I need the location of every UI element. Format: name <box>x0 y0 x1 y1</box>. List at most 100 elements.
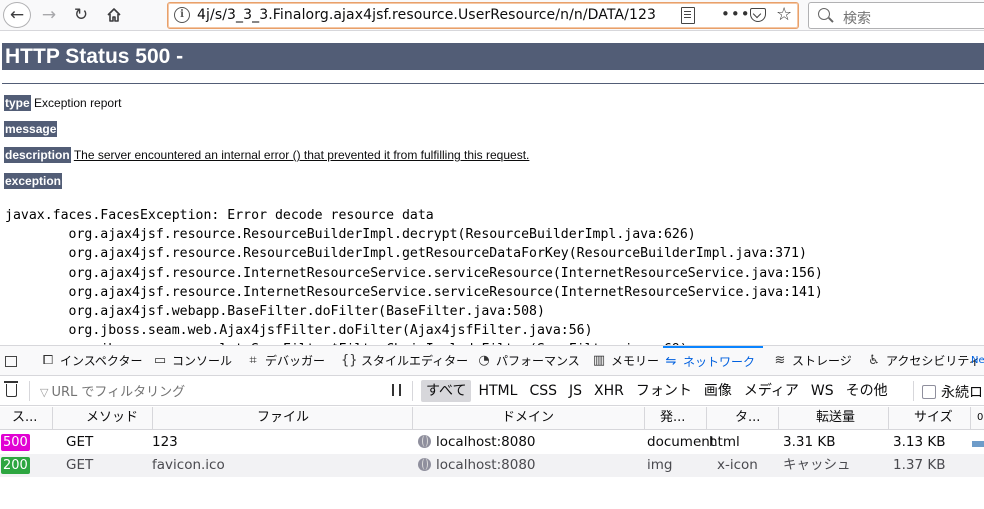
col-domain[interactable]: ドメイン <box>412 407 644 429</box>
col-status[interactable]: ス... <box>12 407 37 429</box>
type-label: type <box>4 95 31 111</box>
reader-view-icon[interactable] <box>681 7 695 24</box>
url-filter-input[interactable]: ▽ URL でフィルタリング <box>40 381 185 400</box>
tab-memory[interactable]: ▥ メモリー <box>591 346 659 376</box>
tab-network[interactable]: ⇋ ネットワーク <box>663 346 763 376</box>
filter-js-button[interactable]: JS <box>564 380 587 402</box>
pocket-icon[interactable] <box>750 8 766 22</box>
col-type[interactable]: タ... <box>706 407 778 429</box>
url-text[interactable]: 4j/s/3_3_3.Finalorg.ajax4jsf.resource.Us… <box>197 7 656 23</box>
request-file: 123 <box>152 434 178 450</box>
description-row: description The server encountered an in… <box>4 147 530 163</box>
accessibility-icon: ♿ <box>868 353 880 368</box>
tab-label: ストレージ <box>792 354 852 368</box>
network-request-row[interactable]: 500 GET 123 localhost:8080 document html… <box>0 431 984 454</box>
filter-placeholder: URL でフィルタリング <box>51 385 186 400</box>
stack-trace-line: org.ajax4jsf.webapp.BaseFilter.doFilter(… <box>68 304 545 320</box>
page-title: HTTP Status 500 - <box>2 43 984 70</box>
back-button[interactable]: ← <box>3 2 31 28</box>
search-bar[interactable]: 検索 <box>808 2 984 29</box>
message-label: message <box>4 121 58 137</box>
bookmark-star-icon[interactable]: ☆ <box>776 4 792 25</box>
persist-logs-toggle[interactable]: 永続ロ <box>922 382 983 402</box>
arrow-left-icon: ← <box>9 5 25 25</box>
tab-label: アクセシビリティ <box>886 354 981 368</box>
stack-trace-line: javax.faces.FacesException: Error decode… <box>5 208 434 223</box>
network-icon: ⇋ <box>665 354 677 369</box>
globe-icon <box>418 458 431 471</box>
col-cause[interactable]: 発... <box>644 407 706 429</box>
type-value: Exception report <box>34 96 122 110</box>
search-placeholder: 検索 <box>843 11 871 27</box>
filter-other-button[interactable]: その他 <box>841 380 893 402</box>
network-empty-area <box>0 477 984 509</box>
network-table-header: ス... メソッド ファイル ドメイン 発... タ... 転送量 サイズ 0 <box>0 407 984 430</box>
col-method[interactable]: メソッド <box>52 407 152 429</box>
col-size[interactable]: サイズ <box>888 407 970 429</box>
filter-fonts-button[interactable]: フォント <box>631 380 697 402</box>
tab-accessibility[interactable]: ♿ アクセシビリティ <box>866 346 981 376</box>
performance-icon: ◔ <box>478 353 490 368</box>
tab-label: デバッガー <box>265 354 326 368</box>
tab-overflow[interactable]: Ne <box>971 346 984 376</box>
request-method: GET <box>66 457 94 473</box>
filter-css-button[interactable]: CSS <box>524 380 562 402</box>
memory-icon: ▥ <box>592 353 606 368</box>
filter-type-buttons: すべて HTML CSS JS XHR フォント 画像 メディア WS その他 <box>421 380 893 402</box>
globe-icon <box>418 435 431 448</box>
tab-label: スタイルエディター <box>361 354 469 368</box>
request-domain-cell: localhost:8080 <box>418 454 536 477</box>
page-actions-icon[interactable]: ••• <box>721 5 751 23</box>
browser-toolbar: ← → ↻ i 4j/s/3_3_3.Finalorg.ajax4jsf.res… <box>0 0 984 31</box>
pause-icon[interactable] <box>392 384 401 396</box>
element-picker-button[interactable] <box>5 346 17 376</box>
network-filter-bar: ▽ URL でフィルタリング すべて HTML CSS JS XHR フォント 画… <box>0 376 984 406</box>
debugger-icon: ⌗ <box>249 353 257 368</box>
console-icon: ▭ <box>153 353 167 368</box>
tab-label: ネットワーク <box>683 355 756 369</box>
status-badge: 500 <box>1 434 30 451</box>
exception-label: exception <box>4 173 63 189</box>
stack-trace: javax.faces.FacesException: Error decode… <box>5 206 823 345</box>
persist-logs-checkbox[interactable] <box>922 385 936 399</box>
forward-button[interactable]: → <box>36 3 62 27</box>
stack-trace-line: org.ajax4jsf.resource.ResourceBuilderImp… <box>68 246 807 262</box>
filter-ws-button[interactable]: WS <box>806 380 839 402</box>
tab-console[interactable]: ▭ コンソール <box>152 346 232 376</box>
network-request-row[interactable]: 200 GET favicon.ico localhost:8080 img x… <box>0 454 984 477</box>
storage-icon: ≋ <box>774 353 786 368</box>
filter-images-button[interactable]: 画像 <box>699 380 737 402</box>
element-picker-icon <box>5 355 17 367</box>
page-content: HTTP Status 500 - type Exception report … <box>0 31 984 345</box>
description-value: The server encountered an internal error… <box>73 148 530 162</box>
request-type: x-icon <box>717 457 758 473</box>
devtools-tabbar: ⧠ インスペクター ▭ コンソール ⌗ デバッガー {} スタイルエディター ◔ パフォー… <box>0 345 984 376</box>
divider <box>2 83 984 84</box>
col-transferred[interactable]: 転送量 <box>778 407 888 429</box>
filter-media-button[interactable]: メディア <box>739 380 804 402</box>
site-info-icon[interactable]: i <box>174 7 190 23</box>
tab-label: メモリー <box>611 354 660 368</box>
divider <box>29 381 30 401</box>
filter-xhr-button[interactable]: XHR <box>589 380 629 402</box>
request-file: favicon.ico <box>152 457 225 473</box>
col-file[interactable]: ファイル <box>152 407 412 429</box>
filter-all-button[interactable]: すべて <box>421 380 472 402</box>
stack-trace-line: org.ajax4jsf.resource.InternetResourceSe… <box>68 284 823 300</box>
tab-inspector[interactable]: ⧠ インスペクター <box>40 346 143 376</box>
tab-debugger[interactable]: ⌗ デバッガー <box>245 346 325 376</box>
tab-performance[interactable]: ◔ パフォーマンス <box>476 346 580 376</box>
request-size: 1.37 KB <box>893 457 946 473</box>
url-bar[interactable]: i 4j/s/3_3_3.Finalorg.ajax4jsf.resource.… <box>167 2 799 29</box>
tab-label: パフォーマンス <box>496 354 580 368</box>
col-waterfall[interactable]: 0 <box>970 407 983 429</box>
filter-html-button[interactable]: HTML <box>473 380 522 402</box>
tab-style-editor[interactable]: {} スタイルエディター <box>341 346 468 376</box>
tab-label: インスペクター <box>60 354 143 368</box>
home-button[interactable] <box>101 3 127 27</box>
tab-storage[interactable]: ≋ ストレージ <box>772 346 852 376</box>
stack-trace-line: org.jboss.seam.web.Ajax4jsfFilter.doFilt… <box>68 323 593 339</box>
clear-trash-icon[interactable] <box>4 381 18 397</box>
inspector-icon: ⧠ <box>42 353 54 368</box>
reload-button[interactable]: ↻ <box>68 3 94 27</box>
